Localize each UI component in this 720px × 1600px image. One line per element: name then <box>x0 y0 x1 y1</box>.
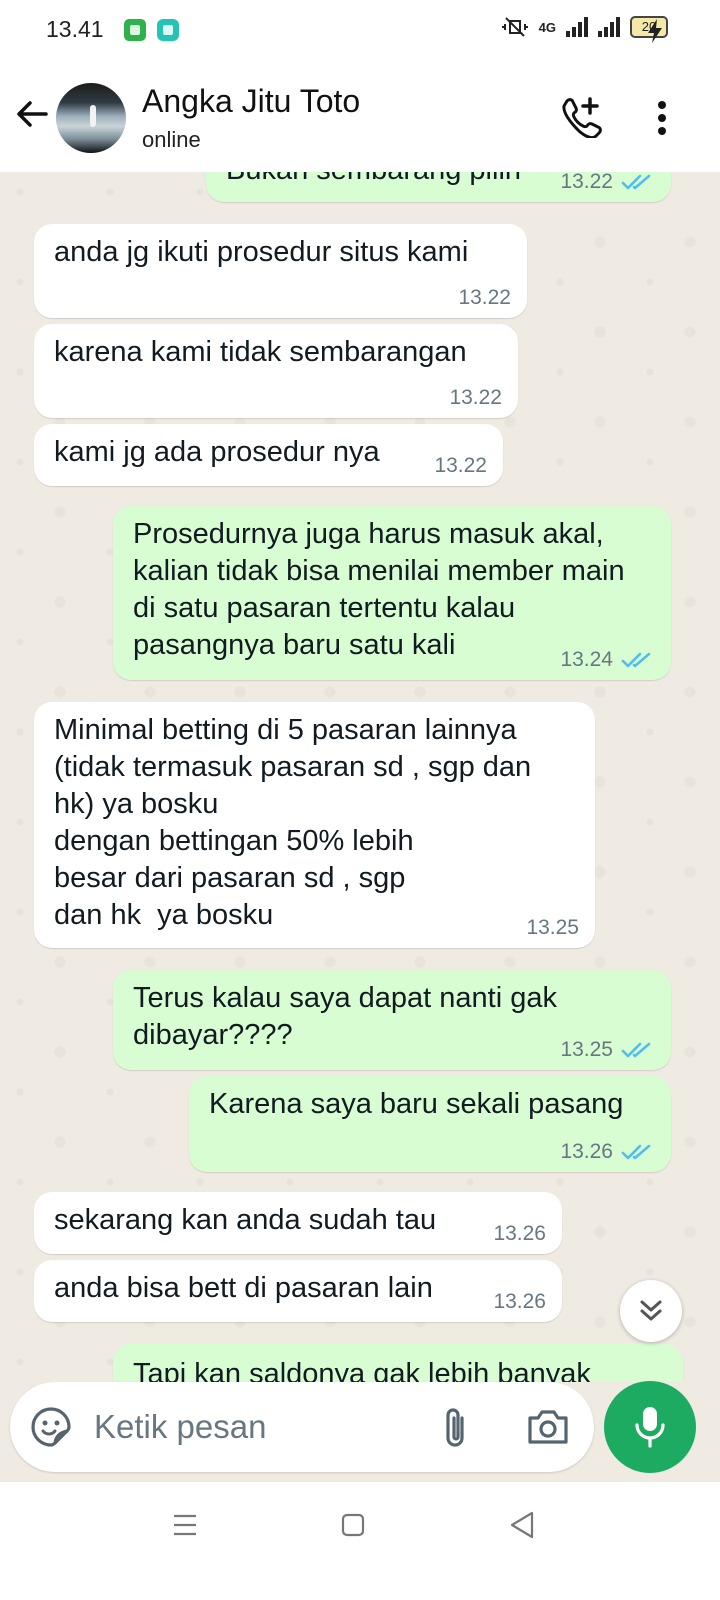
message-bubble-incoming[interactable]: Minimal betting di 5 pasaran lainnya (ti… <box>34 702 595 948</box>
message-time: 13.22 <box>434 454 487 477</box>
app-notification-icon <box>124 19 146 41</box>
message-time: 13.24 <box>560 648 613 671</box>
message-text: Tapi kan saldonya gak lebih banyak <box>133 1358 591 1382</box>
nav-back-icon[interactable] <box>508 1510 536 1540</box>
message-meta: 13.26 <box>493 1290 546 1314</box>
message-meta: 13.25 <box>560 1038 655 1062</box>
message-time: 13.26 <box>560 1140 613 1163</box>
message-meta: 13.22 <box>560 172 655 194</box>
message-meta: 13.22 <box>434 454 487 478</box>
double-tick-icon <box>621 652 651 668</box>
status-indicators: 4G 20 <box>501 16 668 38</box>
message-text: Karena saya baru sekali pasang <box>209 1088 624 1120</box>
add-call-icon[interactable] <box>560 96 602 138</box>
message-text: Minimal betting di 5 pasaran lainnya (ti… <box>54 714 532 931</box>
message-bubble-outgoing[interactable]: Tapi kan saldonya gak lebih banyak <box>113 1344 683 1382</box>
chat-header: Angka Jitu Toto online <box>0 64 720 172</box>
signal-icon <box>566 17 588 37</box>
message-bubble-outgoing[interactable]: Karena saya baru sekali pasang 13.26 <box>189 1076 671 1172</box>
contact-name[interactable]: Angka Jitu Toto <box>142 83 360 120</box>
message-bubble-outgoing[interactable]: Bukan sembarang pilih 13.22 <box>206 172 671 202</box>
nav-home-icon[interactable] <box>341 1512 365 1538</box>
camera-icon[interactable] <box>526 1408 570 1446</box>
avatar[interactable] <box>56 83 126 153</box>
message-bubble-incoming[interactable]: anda bisa bett di pasaran lain 13.26 <box>34 1260 562 1322</box>
message-time: 13.22 <box>458 286 511 309</box>
double-tick-icon <box>621 1144 651 1160</box>
double-tick-icon <box>621 174 651 190</box>
message-text: kami jg ada prosedur nya <box>54 436 380 468</box>
message-meta: 13.26 <box>493 1222 546 1246</box>
avatar-figure <box>90 105 96 127</box>
message-bubble-outgoing[interactable]: Terus kalau saya dapat nanti gak dibayar… <box>113 970 671 1070</box>
message-meta: 13.22 <box>458 286 511 310</box>
contact-status: online <box>142 127 201 152</box>
paperclip-icon[interactable] <box>440 1406 470 1450</box>
message-time: 13.25 <box>560 1038 613 1061</box>
message-text: karena kami tidak sembarangan <box>54 336 467 368</box>
scroll-to-bottom-button[interactable] <box>620 1280 682 1342</box>
message-input[interactable] <box>94 1404 424 1450</box>
nav-menu-icon[interactable] <box>172 1512 198 1538</box>
message-text: anda jg ikuti prosedur situs kami <box>54 236 469 268</box>
message-time: 13.26 <box>493 1290 546 1313</box>
message-meta: 13.22 <box>449 386 502 410</box>
message-list[interactable]: Bukan sembarang pilih 13.22 anda jg ikut… <box>0 172 720 1382</box>
message-text: sekarang kan anda sudah tau <box>54 1204 437 1236</box>
charging-icon <box>648 19 662 43</box>
microphone-icon <box>635 1407 665 1448</box>
message-time: 13.25 <box>526 916 579 939</box>
network-type: 4G <box>538 19 556 35</box>
message-bubble-incoming[interactable]: anda jg ikuti prosedur situs kami 13.22 <box>34 224 527 318</box>
message-meta: 13.26 <box>560 1140 655 1164</box>
message-bubble-incoming[interactable]: sekarang kan anda sudah tau 13.26 <box>34 1192 562 1254</box>
message-meta: 13.24 <box>560 648 655 672</box>
more-menu-icon[interactable] <box>656 100 668 136</box>
message-bubble-incoming[interactable]: karena kami tidak sembarangan 13.22 <box>34 324 518 418</box>
signal-icon <box>598 17 620 37</box>
status-bar: 13.41 4G 20 <box>0 0 720 64</box>
system-navigation-bar <box>0 1482 720 1600</box>
message-time: 13.22 <box>449 386 502 409</box>
message-bubble-outgoing[interactable]: Prosedurnya juga harus masuk akal, kalia… <box>113 506 671 680</box>
message-text: Prosedurnya juga harus masuk akal, kalia… <box>133 518 633 661</box>
double-tick-icon <box>621 1042 651 1058</box>
message-time: 13.22 <box>560 172 613 193</box>
voice-message-button[interactable] <box>604 1381 696 1473</box>
message-time: 13.26 <box>493 1222 546 1245</box>
app-notification-icon <box>157 19 179 41</box>
sticker-icon[interactable] <box>30 1406 72 1448</box>
message-composer <box>10 1382 594 1472</box>
back-arrow-icon[interactable] <box>14 96 50 132</box>
message-text: anda bisa bett di pasaran lain <box>54 1272 433 1304</box>
status-time: 13.41 <box>46 16 104 42</box>
message-bubble-incoming[interactable]: kami jg ada prosedur nya 13.22 <box>34 424 503 486</box>
scroll-down-icon <box>640 1300 662 1321</box>
vibrate-mute-icon <box>501 17 528 37</box>
message-meta: 13.25 <box>526 916 579 940</box>
